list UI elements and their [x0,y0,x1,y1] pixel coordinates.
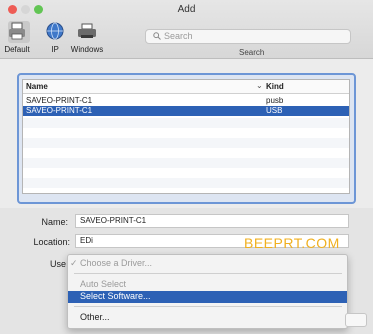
default-toolbar-label: Default [4,45,30,54]
location-label: Location: [33,237,70,247]
printer-kind-cell: pusb [266,96,284,105]
search-field[interactable]: Search [145,29,351,44]
windows-printer-icon [78,23,96,38]
name-label: Name: [41,217,68,227]
default-printer-icon [9,22,25,40]
add-printer-window: Add Default IP Windows Search Search Nam… [0,0,373,334]
windows-toolbar-label: Windows [70,45,104,54]
menu-item-label: Auto Select [80,279,127,289]
windows-toolbar-button[interactable]: Windows [67,21,107,57]
add-button-partial[interactable] [345,313,367,327]
empty-row [23,118,349,128]
search-icon [153,32,161,40]
printer-kind-cell: USB [266,106,283,115]
name-column-header[interactable]: Name [26,82,48,91]
table-row[interactable]: SAVEO-PRINT-C1 pusb [23,96,349,106]
search-caption: Search [239,48,265,57]
sort-chevron-icon: ⌄ [256,81,263,90]
use-driver-menu[interactable]: ✓ Choose a Driver... Auto Select Select … [67,254,348,329]
ip-toolbar-label: IP [51,45,59,54]
ip-toolbar-button[interactable]: IP [40,21,70,57]
use-label: Use [49,259,66,269]
printer-list[interactable]: Name ⌄ Kind SAVEO-PRINT-C1 pusb SAVEO-PR… [22,79,350,194]
printer-name-cell: SAVEO-PRINT-C1 [26,96,93,105]
menu-separator [74,273,342,274]
empty-row [23,178,349,188]
watermark-text: BEEPRT.COM [244,235,340,251]
default-toolbar-button[interactable]: Default [2,21,32,57]
search-placeholder: Search [164,31,193,41]
printer-list-header: Name ⌄ Kind [23,80,349,94]
menu-item-choose-driver: ✓ Choose a Driver... [68,258,347,270]
printer-name-cell: SAVEO-PRINT-C1 [26,106,93,115]
window-title: Add [177,4,196,15]
menu-item-select-software[interactable]: Select Software... [68,291,347,303]
checkmark-icon: ✓ [70,258,78,268]
menu-item-auto-select: Auto Select [68,279,347,291]
kind-column-header[interactable]: Kind [266,82,284,91]
menu-separator [74,306,342,307]
empty-row [23,158,349,168]
menu-item-other[interactable]: Other... [68,312,347,324]
menu-item-label: Other... [80,312,110,322]
empty-row [23,138,349,148]
globe-icon [46,22,64,40]
name-field[interactable]: SAVEO-PRINT-C1 [75,214,349,228]
table-row-selected[interactable]: SAVEO-PRINT-C1 USB [23,106,349,116]
window-toolbar: Add Default IP Windows Search Search [0,0,373,59]
menu-item-label: Choose a Driver... [80,258,153,268]
menu-item-label: Select Software... [80,291,151,301]
